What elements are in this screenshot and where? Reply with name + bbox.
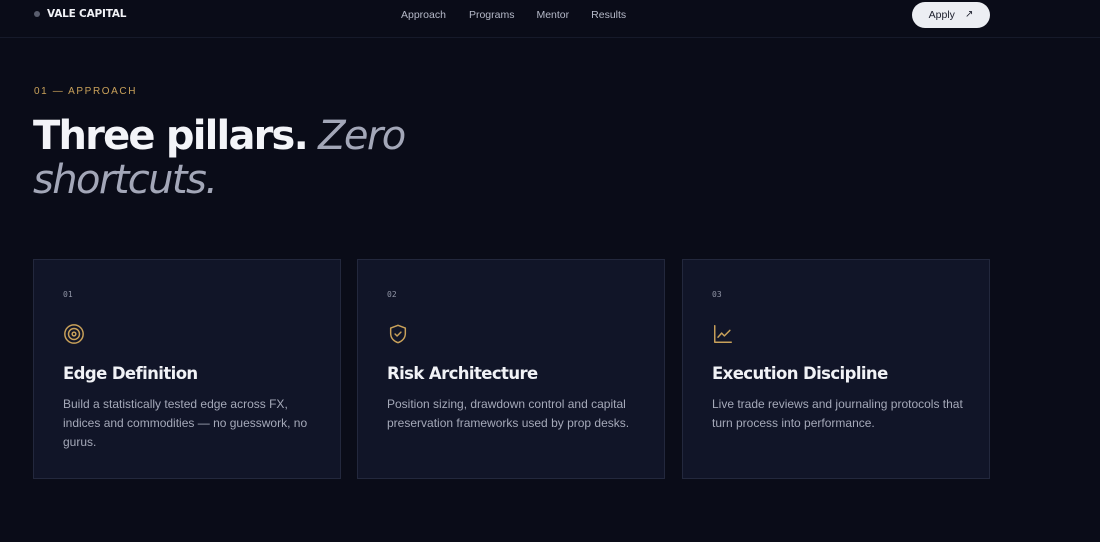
brand-name: VALE CAPITAL: [47, 8, 127, 20]
top-nav: VALE CAPITAL Approach Programs Mentor Re…: [0, 0, 1100, 38]
nav-link-approach[interactable]: Approach: [401, 9, 446, 21]
nav-link-results[interactable]: Results: [591, 9, 626, 21]
brand-dot-icon: [34, 11, 40, 17]
section-eyebrow: 01 — APPROACH: [34, 86, 138, 97]
card-number: 03: [712, 290, 722, 299]
shield-check-icon: [389, 324, 407, 344]
target-icon: [64, 324, 84, 344]
pillar-card-execution: 03 Execution Discipline Live trade revie…: [682, 259, 990, 479]
nav-link-mentor[interactable]: Mentor: [536, 9, 569, 21]
card-title: Risk Architecture: [387, 364, 538, 383]
brand-logo[interactable]: VALE CAPITAL: [34, 8, 126, 20]
page-title: Three pillars. Zero shortcuts.: [33, 114, 453, 202]
card-title: Execution Discipline: [712, 364, 888, 383]
card-description: Position sizing, drawdown control and ca…: [387, 397, 630, 430]
card-title: Edge Definition: [63, 364, 198, 383]
card-description: Build a statistically tested edge across…: [63, 397, 308, 449]
arrow-up-right-icon: ↗: [964, 9, 974, 20]
card-description: Live trade reviews and journaling protoc…: [712, 397, 963, 430]
apply-button-label: Apply: [928, 9, 955, 21]
pillar-card-edge: 01 Edge Definition Build a statistically…: [33, 259, 341, 479]
headline-strong: Three pillars.: [33, 113, 309, 159]
card-number: 01: [63, 290, 73, 299]
nav-link-programs[interactable]: Programs: [469, 9, 515, 21]
line-chart-icon: [714, 325, 732, 343]
nav-links: Approach Programs Mentor Results: [401, 9, 626, 21]
apply-button[interactable]: Apply ↗: [912, 2, 990, 28]
pillar-card-risk: 02 Risk Architecture Position sizing, dr…: [357, 259, 665, 479]
card-number: 02: [387, 290, 397, 299]
pillar-cards: 01 Edge Definition Build a statistically…: [33, 259, 990, 479]
